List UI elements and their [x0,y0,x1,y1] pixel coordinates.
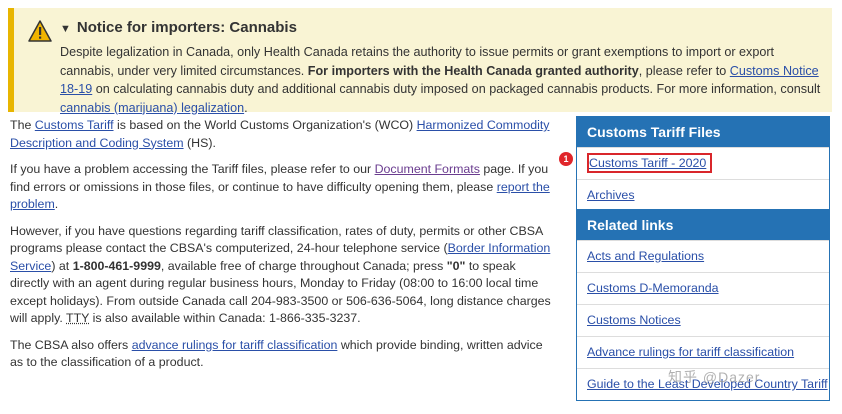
cannabis-notice: ▼ Notice for importers: Cannabis Despite … [8,8,832,115]
related-links-heading: Related links [577,210,829,240]
advance-rulings-sidebar-link[interactable]: Advance rulings for tariff classificatio… [587,345,794,359]
customs-tariff-link[interactable]: Customs Tariff [35,118,114,132]
customs-notices-link[interactable]: Customs Notices [587,313,681,327]
notice-title[interactable]: ▼ Notice for importers: Cannabis [60,19,297,36]
paragraph-customs-tariff: The Customs Tariff is based on the World… [10,118,550,150]
advance-rulings-link[interactable]: advance rulings for tariff classificatio… [132,338,338,352]
annotation-badge: 1 [559,152,573,166]
paragraph-document-formats: If you have a problem accessing the Tari… [10,162,550,211]
warning-icon [28,20,52,42]
notice-body: Despite legalization in Canada, only Hea… [60,45,821,115]
highlight-box: Customs Tariff - 2020 [587,153,713,173]
acts-regulations-link[interactable]: Acts and Regulations [587,249,704,263]
d-memoranda-link[interactable]: Customs D-Memoranda [587,281,719,295]
sidebar-item-acts-regulations: Acts and Regulations [577,240,829,272]
sidebar-item-customs-notices: Customs Notices [577,304,829,336]
archives-link[interactable]: Archives [587,188,635,202]
main-content: The Customs Tariff is based on the World… [10,117,558,381]
watermark: 知乎 @Dazer [668,369,761,385]
cannabis-legalization-link[interactable]: cannabis (marijuana) legalization [60,101,244,115]
paragraph-advance-rulings: The CBSA also offers advance rulings for… [10,337,543,370]
customs-tariff-files-heading: Customs Tariff Files [577,117,829,147]
document-formats-link[interactable]: Document Formats [375,162,480,176]
tty-abbr: TTY [66,311,90,325]
sidebar-item-archives: Archives [577,179,829,211]
sidebar-item-d-memoranda: Customs D-Memoranda [577,272,829,304]
paragraph-contact: However, if you have questions regarding… [10,223,551,326]
sidebar-item-customs-tariff-2020: Customs Tariff - 2020 [577,147,829,179]
customs-tariff-2020-link[interactable]: Customs Tariff - 2020 [589,156,706,170]
expand-triangle-icon[interactable]: ▼ [60,23,71,35]
customs-tariff-files-panel: Customs Tariff Files Customs Tariff - 20… [576,116,830,212]
sidebar-item-advance-rulings: Advance rulings for tariff classificatio… [577,336,829,368]
